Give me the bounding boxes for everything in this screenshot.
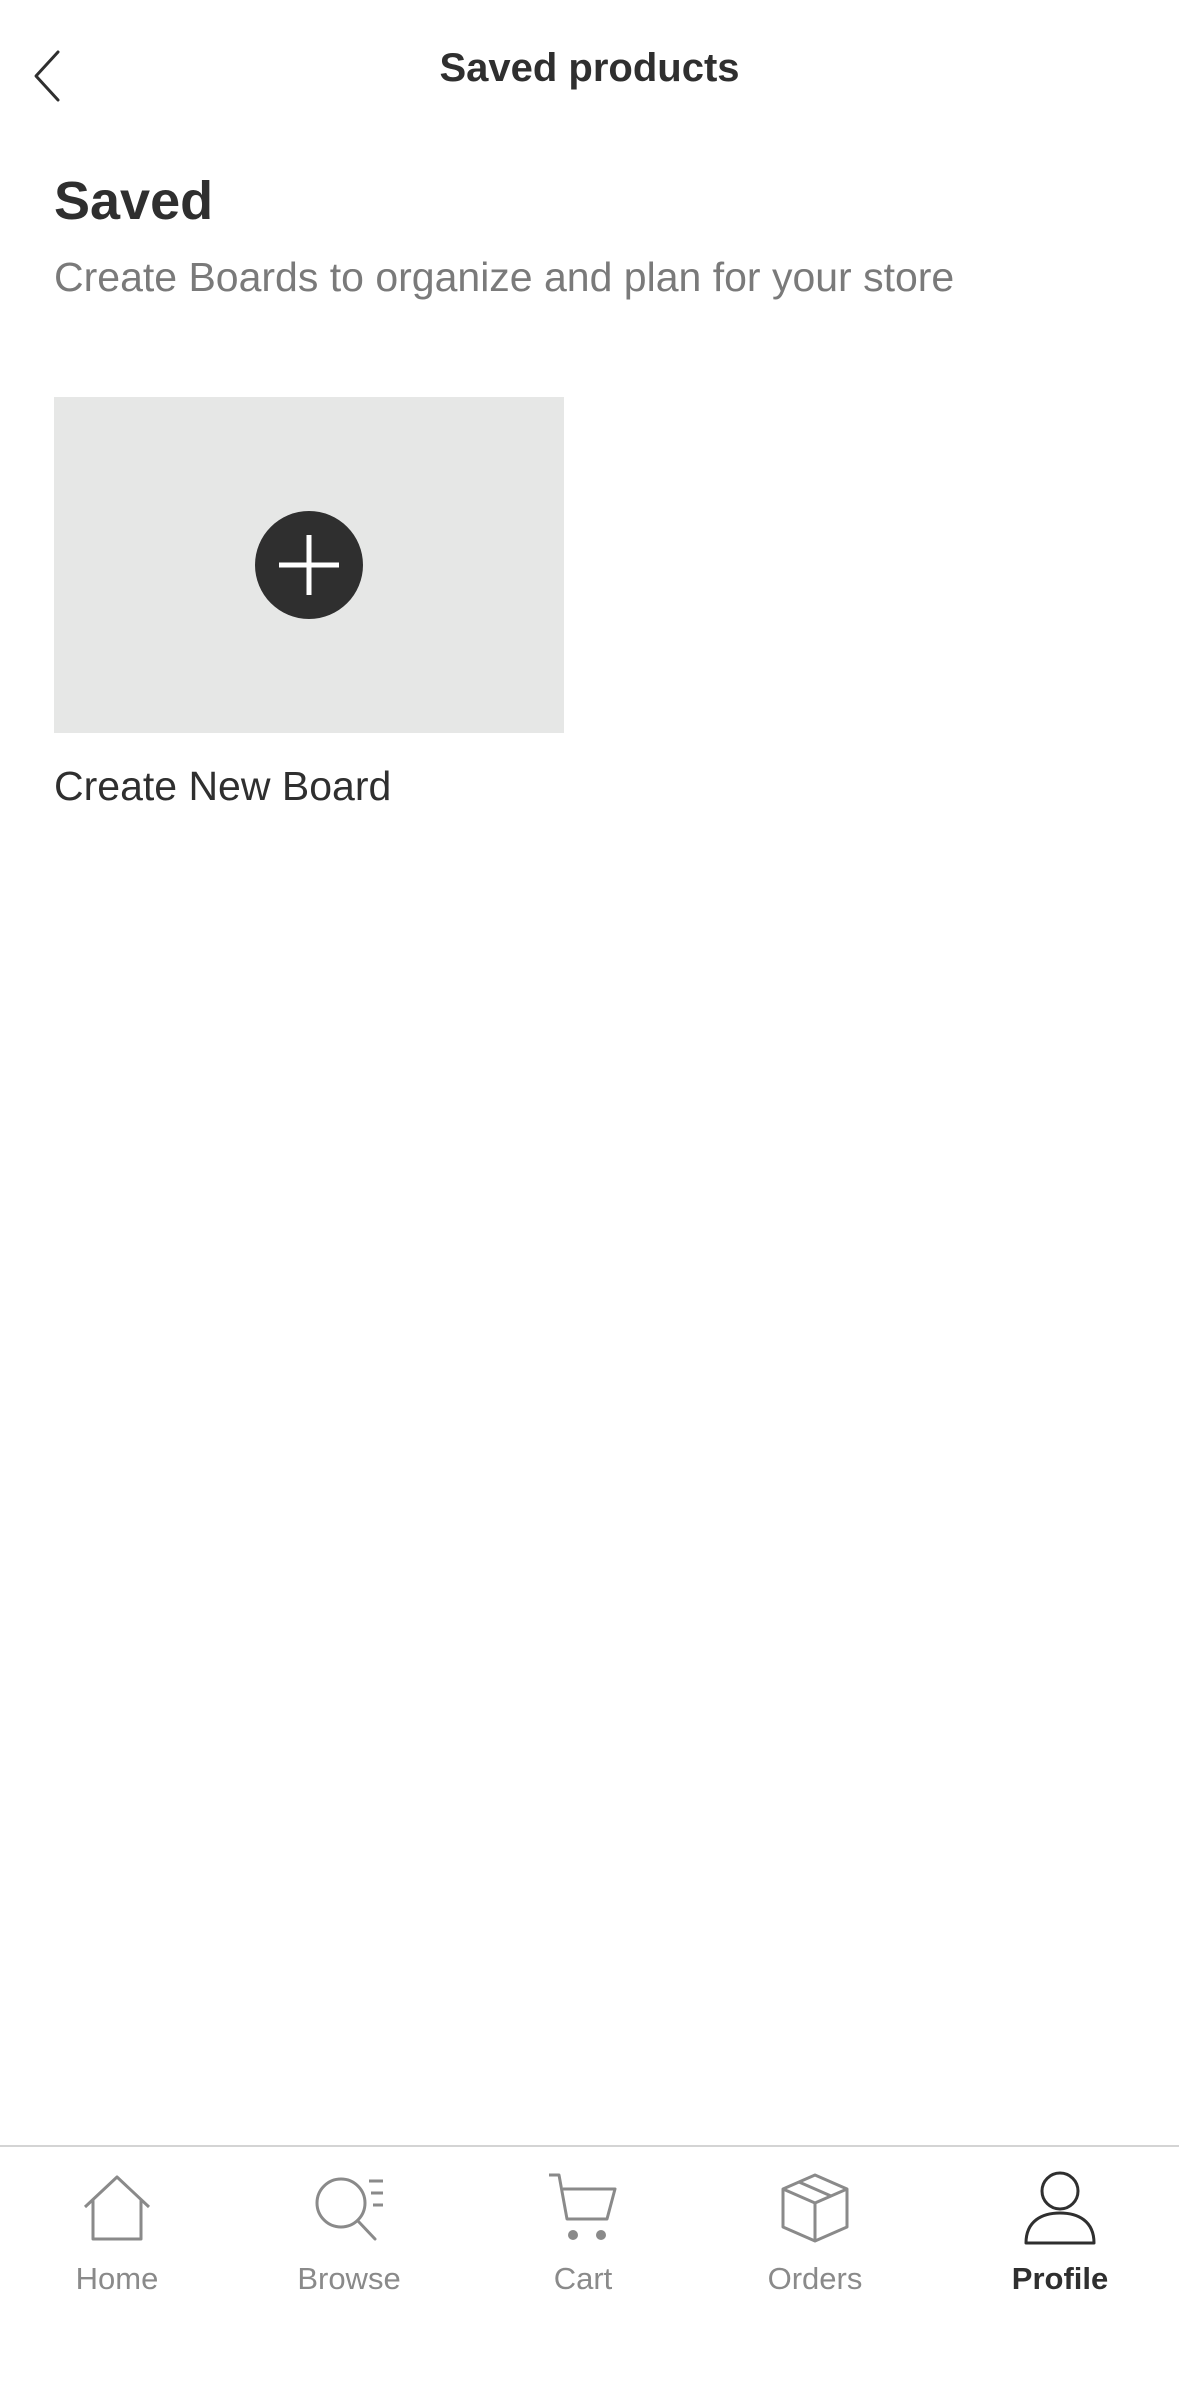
box-icon: [781, 2173, 849, 2243]
search-icon: [315, 2177, 383, 2241]
page-title: Saved products: [439, 46, 740, 90]
tab-profile[interactable]: Profile: [960, 2169, 1160, 2309]
cart-icon: [549, 2173, 617, 2240]
plus-circle-icon: [255, 511, 363, 619]
top-nav-bar: Saved products: [0, 0, 1179, 140]
tab-profile-label: Profile: [1011, 2261, 1109, 2296]
section-title: Saved: [54, 171, 214, 231]
tab-cart-label: Cart: [553, 2261, 613, 2296]
tab-cart[interactable]: Cart: [483, 2169, 683, 2309]
tab-home[interactable]: Home: [17, 2169, 217, 2309]
create-board-label[interactable]: Create New Board: [54, 763, 391, 810]
tab-orders[interactable]: Orders: [715, 2169, 915, 2309]
bottom-tab-bar: Home Browse Cart Orders Profile: [0, 2145, 1179, 2398]
create-board-card[interactable]: [54, 397, 564, 733]
tab-browse-label: Browse: [297, 2261, 401, 2296]
person-icon: [1024, 2171, 1096, 2245]
home-icon: [83, 2175, 151, 2241]
tab-home-label: Home: [75, 2261, 159, 2296]
section-subtitle: Create Boards to organize and plan for y…: [54, 254, 955, 300]
tab-orders-label: Orders: [767, 2261, 863, 2296]
tab-browse[interactable]: Browse: [249, 2169, 449, 2309]
